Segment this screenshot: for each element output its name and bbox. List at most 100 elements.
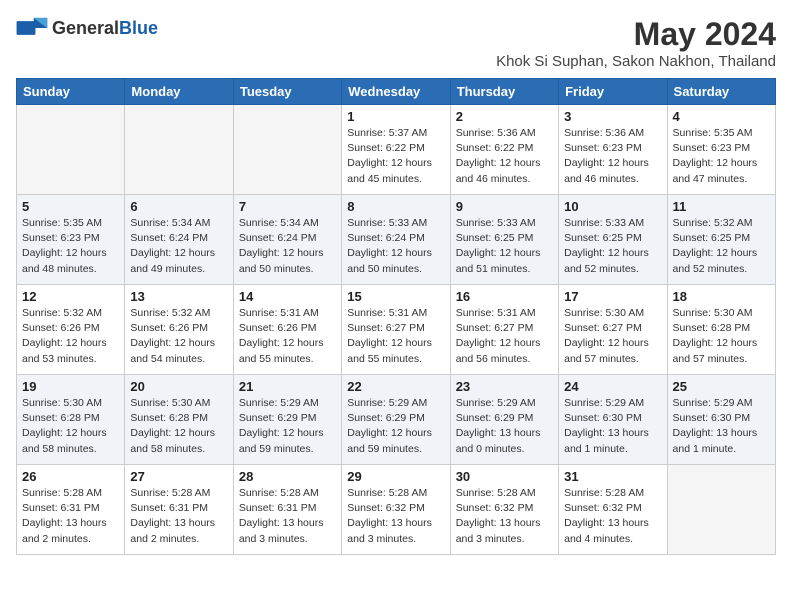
day-info: Sunrise: 5:34 AM Sunset: 6:24 PM Dayligh…: [239, 216, 336, 277]
calendar-cell: [667, 465, 775, 555]
day-info: Sunrise: 5:28 AM Sunset: 6:31 PM Dayligh…: [239, 486, 336, 547]
day-info: Sunrise: 5:28 AM Sunset: 6:32 PM Dayligh…: [347, 486, 444, 547]
day-info: Sunrise: 5:28 AM Sunset: 6:32 PM Dayligh…: [456, 486, 553, 547]
logo: General Blue: [16, 16, 158, 40]
calendar-cell: 1Sunrise: 5:37 AM Sunset: 6:22 PM Daylig…: [342, 105, 450, 195]
column-header-monday: Monday: [125, 79, 233, 105]
calendar-cell: 12 Sunrise: 5:32 AM Sunset: 6:26 PM Dayli…: [17, 285, 125, 375]
day-info: Sunrise: 5:29 AM Sunset: 6:29 PM Dayligh…: [347, 396, 444, 457]
day-info: Sunrise: 5:34 AM Sunset: 6:24 PM Dayligh…: [130, 216, 227, 277]
day-number: 15: [347, 289, 444, 304]
calendar-cell: 16 Sunrise: 5:31 AM Sunset: 6:27 PM Dayli…: [450, 285, 558, 375]
day-number: 2: [456, 109, 553, 124]
day-info: Sunrise: 5:33 AM Sunset: 6:25 PM Dayligh…: [564, 216, 661, 277]
day-info: Sunrise: 5:30 AM Sunset: 6:28 PM Dayligh…: [673, 306, 770, 367]
column-header-friday: Friday: [559, 79, 667, 105]
day-number: 8: [347, 199, 444, 214]
day-number: 17: [564, 289, 661, 304]
day-info: Sunrise: 5:31 AM Sunset: 6:26 PM Dayligh…: [239, 306, 336, 367]
calendar-cell: 26 Sunrise: 5:28 AM Sunset: 6:31 PM Dayli…: [17, 465, 125, 555]
day-number: 11: [673, 199, 770, 214]
column-header-tuesday: Tuesday: [233, 79, 341, 105]
day-number: 23: [456, 379, 553, 394]
column-header-sunday: Sunday: [17, 79, 125, 105]
calendar-cell: 9 Sunrise: 5:33 AM Sunset: 6:25 PM Daylig…: [450, 195, 558, 285]
day-number: 28: [239, 469, 336, 484]
calendar-cell: 20 Sunrise: 5:30 AM Sunset: 6:28 PM Dayli…: [125, 375, 233, 465]
day-info: Sunrise: 5:35 AM Sunset: 6:23 PM Dayligh…: [22, 216, 119, 277]
day-info: Sunrise: 5:28 AM Sunset: 6:31 PM Dayligh…: [22, 486, 119, 547]
calendar-cell: 15 Sunrise: 5:31 AM Sunset: 6:27 PM Dayli…: [342, 285, 450, 375]
day-info: Sunrise: 5:35 AM Sunset: 6:23 PM Dayligh…: [673, 126, 770, 187]
day-info: Sunrise: 5:29 AM Sunset: 6:30 PM Dayligh…: [564, 396, 661, 457]
calendar-cell: [233, 105, 341, 195]
day-number: 24: [564, 379, 661, 394]
day-number: 9: [456, 199, 553, 214]
day-info: Sunrise: 5:33 AM Sunset: 6:25 PM Dayligh…: [456, 216, 553, 277]
day-info: Sunrise: 5:30 AM Sunset: 6:28 PM Dayligh…: [22, 396, 119, 457]
calendar-table: SundayMondayTuesdayWednesdayThursdayFrid…: [16, 78, 776, 555]
day-info: Sunrise: 5:28 AM Sunset: 6:32 PM Dayligh…: [564, 486, 661, 547]
day-number: 18: [673, 289, 770, 304]
day-info: Sunrise: 5:31 AM Sunset: 6:27 PM Dayligh…: [347, 306, 444, 367]
day-info: Sunrise: 5:29 AM Sunset: 6:30 PM Dayligh…: [673, 396, 770, 457]
calendar-cell: 10Sunrise: 5:33 AM Sunset: 6:25 PM Dayli…: [559, 195, 667, 285]
day-number: 12: [22, 289, 119, 304]
day-number: 29: [347, 469, 444, 484]
calendar-cell: 24 Sunrise: 5:29 AM Sunset: 6:30 PM Dayli…: [559, 375, 667, 465]
page-header: General Blue May 2024 Khok Si Suphan, Sa…: [16, 16, 776, 70]
day-info: Sunrise: 5:30 AM Sunset: 6:27 PM Dayligh…: [564, 306, 661, 367]
day-number: 20: [130, 379, 227, 394]
day-number: 21: [239, 379, 336, 394]
day-info: Sunrise: 5:37 AM Sunset: 6:22 PM Dayligh…: [347, 126, 444, 187]
calendar-cell: 23 Sunrise: 5:29 AM Sunset: 6:29 PM Dayli…: [450, 375, 558, 465]
day-number: 14: [239, 289, 336, 304]
calendar-cell: 21 Sunrise: 5:29 AM Sunset: 6:29 PM Dayli…: [233, 375, 341, 465]
calendar-week-row: 26 Sunrise: 5:28 AM Sunset: 6:31 PM Dayli…: [17, 465, 776, 555]
day-info: Sunrise: 5:36 AM Sunset: 6:22 PM Dayligh…: [456, 126, 553, 187]
calendar-cell: 14 Sunrise: 5:31 AM Sunset: 6:26 PM Dayli…: [233, 285, 341, 375]
calendar-cell: 29 Sunrise: 5:28 AM Sunset: 6:32 PM Dayli…: [342, 465, 450, 555]
calendar-cell: 25 Sunrise: 5:29 AM Sunset: 6:30 PM Dayli…: [667, 375, 775, 465]
day-info: Sunrise: 5:32 AM Sunset: 6:26 PM Dayligh…: [22, 306, 119, 367]
day-info: Sunrise: 5:29 AM Sunset: 6:29 PM Dayligh…: [239, 396, 336, 457]
day-number: 7: [239, 199, 336, 214]
calendar-cell: 13 Sunrise: 5:32 AM Sunset: 6:26 PM Dayli…: [125, 285, 233, 375]
calendar-cell: 3 Sunrise: 5:36 AM Sunset: 6:23 PM Daylig…: [559, 105, 667, 195]
calendar-cell: 17 Sunrise: 5:30 AM Sunset: 6:27 PM Dayli…: [559, 285, 667, 375]
calendar-cell: 8Sunrise: 5:33 AM Sunset: 6:24 PM Daylig…: [342, 195, 450, 285]
column-header-wednesday: Wednesday: [342, 79, 450, 105]
day-info: Sunrise: 5:32 AM Sunset: 6:25 PM Dayligh…: [673, 216, 770, 277]
day-info: Sunrise: 5:30 AM Sunset: 6:28 PM Dayligh…: [130, 396, 227, 457]
day-number: 25: [673, 379, 770, 394]
calendar-week-row: 1Sunrise: 5:37 AM Sunset: 6:22 PM Daylig…: [17, 105, 776, 195]
day-info: Sunrise: 5:36 AM Sunset: 6:23 PM Dayligh…: [564, 126, 661, 187]
logo-text-general: General: [52, 18, 119, 39]
calendar-cell: 7 Sunrise: 5:34 AM Sunset: 6:24 PM Daylig…: [233, 195, 341, 285]
day-number: 26: [22, 469, 119, 484]
calendar-cell: 22Sunrise: 5:29 AM Sunset: 6:29 PM Dayli…: [342, 375, 450, 465]
day-number: 6: [130, 199, 227, 214]
calendar-cell: 2 Sunrise: 5:36 AM Sunset: 6:22 PM Daylig…: [450, 105, 558, 195]
day-number: 13: [130, 289, 227, 304]
day-number: 3: [564, 109, 661, 124]
calendar-cell: 4 Sunrise: 5:35 AM Sunset: 6:23 PM Daylig…: [667, 105, 775, 195]
day-info: Sunrise: 5:29 AM Sunset: 6:29 PM Dayligh…: [456, 396, 553, 457]
calendar-cell: 5Sunrise: 5:35 AM Sunset: 6:23 PM Daylig…: [17, 195, 125, 285]
calendar-header-row: SundayMondayTuesdayWednesdayThursdayFrid…: [17, 79, 776, 105]
day-number: 27: [130, 469, 227, 484]
calendar-cell: 18 Sunrise: 5:30 AM Sunset: 6:28 PM Dayli…: [667, 285, 775, 375]
calendar-cell: 6 Sunrise: 5:34 AM Sunset: 6:24 PM Daylig…: [125, 195, 233, 285]
calendar-cell: 31 Sunrise: 5:28 AM Sunset: 6:32 PM Dayli…: [559, 465, 667, 555]
day-number: 16: [456, 289, 553, 304]
calendar-week-row: 5Sunrise: 5:35 AM Sunset: 6:23 PM Daylig…: [17, 195, 776, 285]
logo-text-blue: Blue: [119, 18, 158, 39]
calendar-cell: 30Sunrise: 5:28 AM Sunset: 6:32 PM Dayli…: [450, 465, 558, 555]
calendar-week-row: 19Sunrise: 5:30 AM Sunset: 6:28 PM Dayli…: [17, 375, 776, 465]
day-number: 31: [564, 469, 661, 484]
day-number: 4: [673, 109, 770, 124]
column-header-saturday: Saturday: [667, 79, 775, 105]
day-info: Sunrise: 5:32 AM Sunset: 6:26 PM Dayligh…: [130, 306, 227, 367]
calendar-week-row: 12 Sunrise: 5:32 AM Sunset: 6:26 PM Dayli…: [17, 285, 776, 375]
day-info: Sunrise: 5:31 AM Sunset: 6:27 PM Dayligh…: [456, 306, 553, 367]
